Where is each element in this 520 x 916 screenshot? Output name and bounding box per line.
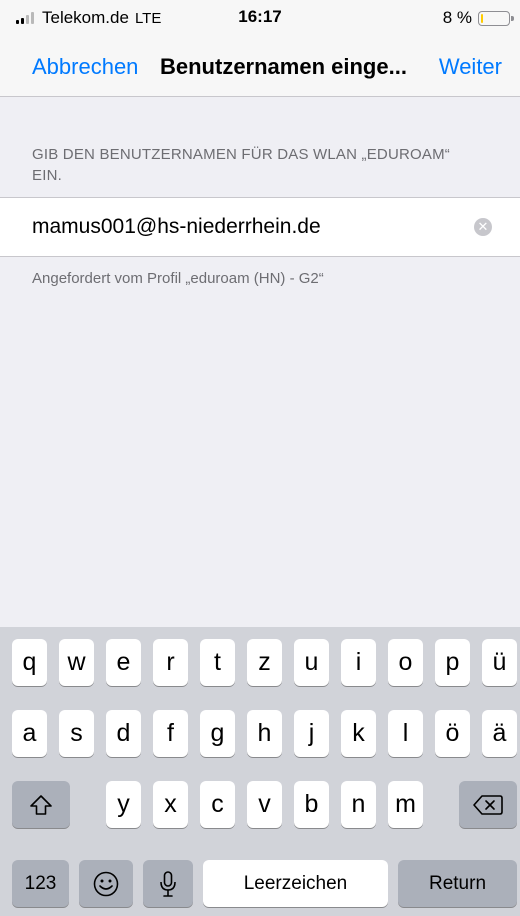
key-i[interactable]: i bbox=[341, 639, 376, 686]
key-a[interactable]: a bbox=[12, 710, 47, 757]
key-g[interactable]: g bbox=[200, 710, 235, 757]
keyboard: q w e r t z u i o p ü a s d f g h j k l … bbox=[0, 627, 520, 916]
emoji-icon bbox=[93, 871, 119, 896]
space-key[interactable]: Leerzeichen bbox=[203, 860, 388, 907]
key-h[interactable]: h bbox=[247, 710, 282, 757]
section-header: GIB DEN BENUTZERNAMEN FÜR DAS WLAN „EDUR… bbox=[32, 146, 450, 184]
key-k[interactable]: k bbox=[341, 710, 376, 757]
return-key[interactable]: Return bbox=[398, 860, 517, 907]
page-title: Benutzernamen einge... bbox=[160, 54, 407, 79]
key-f[interactable]: f bbox=[153, 710, 188, 757]
microphone-icon bbox=[160, 870, 176, 897]
key-o[interactable]: o bbox=[388, 639, 423, 686]
key-j[interactable]: j bbox=[294, 710, 329, 757]
key-b[interactable]: b bbox=[294, 781, 329, 828]
key-t[interactable]: t bbox=[200, 639, 235, 686]
key-s[interactable]: s bbox=[59, 710, 94, 757]
key-ae[interactable]: ä bbox=[482, 710, 517, 757]
cancel-button[interactable]: Abbrechen bbox=[32, 54, 138, 80]
clear-text-icon[interactable]: ✕ bbox=[474, 218, 492, 236]
backspace-key[interactable] bbox=[459, 781, 517, 828]
key-e[interactable]: e bbox=[106, 639, 141, 686]
key-ue[interactable]: ü bbox=[482, 639, 517, 686]
username-row: ✕ bbox=[0, 197, 520, 257]
key-m[interactable]: m bbox=[388, 781, 423, 828]
top-bar: Telekom.de LTE 16:17 8 % Abbrechen Benut… bbox=[0, 0, 520, 97]
key-q[interactable]: q bbox=[12, 639, 47, 686]
shift-icon bbox=[30, 794, 52, 815]
status-right: 8 % bbox=[442, 8, 514, 28]
profile-note: Angefordert vom Profil „eduroam (HN) - G… bbox=[32, 270, 324, 287]
screen: Telekom.de LTE 16:17 8 % Abbrechen Benut… bbox=[0, 0, 520, 916]
numbers-key[interactable]: 123 bbox=[12, 860, 69, 907]
key-v[interactable]: v bbox=[247, 781, 282, 828]
key-p[interactable]: p bbox=[435, 639, 470, 686]
battery-icon bbox=[478, 10, 514, 26]
key-y[interactable]: y bbox=[106, 781, 141, 828]
key-c[interactable]: c bbox=[200, 781, 235, 828]
key-l[interactable]: l bbox=[388, 710, 423, 757]
battery-fill bbox=[481, 13, 483, 23]
next-button[interactable]: Weiter bbox=[439, 54, 502, 80]
backspace-icon bbox=[473, 794, 503, 815]
emoji-key[interactable] bbox=[79, 860, 133, 907]
username-field[interactable] bbox=[32, 208, 452, 246]
key-u[interactable]: u bbox=[294, 639, 329, 686]
key-oe[interactable]: ö bbox=[435, 710, 470, 757]
shift-key[interactable] bbox=[12, 781, 70, 828]
key-w[interactable]: w bbox=[59, 639, 94, 686]
key-r[interactable]: r bbox=[153, 639, 188, 686]
status-bar: Telekom.de LTE 16:17 8 % bbox=[0, 0, 520, 34]
navigation-bar: Abbrechen Benutzernamen einge... Weiter bbox=[0, 44, 520, 90]
dictation-key[interactable] bbox=[143, 860, 193, 907]
key-n[interactable]: n bbox=[341, 781, 376, 828]
key-x[interactable]: x bbox=[153, 781, 188, 828]
key-d[interactable]: d bbox=[106, 710, 141, 757]
key-z[interactable]: z bbox=[247, 639, 282, 686]
battery-percent: 8 % bbox=[442, 8, 472, 27]
